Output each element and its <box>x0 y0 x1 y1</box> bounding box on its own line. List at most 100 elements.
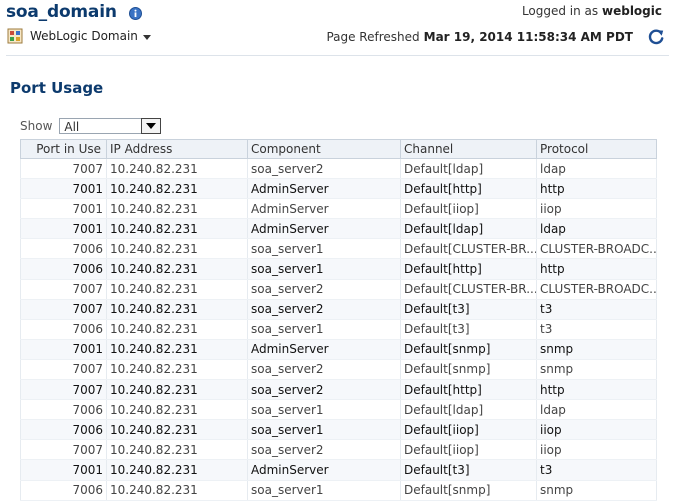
table-row[interactable]: 7006 10.240.82.231 soa_server1 Default[ldap… <box>20 399 657 421</box>
component-cell: soa_server1 <box>247 419 401 441</box>
ip-address-cell: 10.240.82.231 <box>106 238 248 260</box>
refreshed-label: Page Refreshed <box>326 30 420 44</box>
ip-address-cell: 10.240.82.231 <box>106 459 248 481</box>
table-row[interactable]: 7001 10.240.82.231 AdminServer Default[snmp… <box>20 339 657 360</box>
ip-address-cell: 10.240.82.231 <box>106 258 248 280</box>
channel-cell: Default[t3] <box>400 459 537 481</box>
column-header-port[interactable]: Port in Use <box>20 139 107 159</box>
column-header-component[interactable]: Component <box>247 139 401 159</box>
title-row: soa_domain <box>6 2 142 22</box>
port-cell: 7001 <box>20 178 107 200</box>
protocol-cell: snmp <box>536 480 657 501</box>
ip-address-cell: 10.240.82.231 <box>106 218 248 240</box>
component-cell: soa_server1 <box>247 319 401 340</box>
channel-cell: Default[iiop] <box>400 198 537 220</box>
select-dropdown-button[interactable] <box>141 118 162 134</box>
refreshed-time: Mar 19, 2014 11:58:34 AM PDT <box>423 30 633 44</box>
table-header-row: Port in Use IP Address Component Channel… <box>20 139 657 159</box>
info-icon[interactable] <box>128 6 142 20</box>
table-row[interactable]: 7007 10.240.82.231 soa_server2 Default[ldap… <box>20 158 657 180</box>
domain-menu-label: WebLogic Domain <box>30 29 138 43</box>
chevron-down-icon <box>142 34 151 40</box>
channel-cell: Default[http] <box>400 178 537 200</box>
table-row[interactable]: 7007 10.240.82.231 soa_server2 Default[iiop… <box>20 439 657 461</box>
port-cell: 7006 <box>20 238 107 260</box>
show-label: Show <box>20 119 53 133</box>
table-row[interactable]: 7001 10.240.82.231 AdminServer Default[ldap… <box>20 218 657 240</box>
table-row[interactable]: 7007 10.240.82.231 soa_server2 Default[t3] t… <box>20 299 657 320</box>
port-cell: 7006 <box>20 399 107 421</box>
table-row[interactable]: 7006 10.240.82.231 soa_server1 Default[CLUS… <box>20 238 657 260</box>
protocol-cell: iiop <box>536 419 657 441</box>
component-cell: soa_server2 <box>247 379 401 401</box>
component-cell: soa_server1 <box>247 480 401 501</box>
component-cell: soa_server2 <box>247 279 401 300</box>
ip-address-cell: 10.240.82.231 <box>106 379 248 401</box>
table-row[interactable]: 7006 10.240.82.231 soa_server1 Default[http… <box>20 258 657 280</box>
protocol-cell: http <box>536 178 657 200</box>
protocol-cell: t3 <box>536 299 657 320</box>
port-cell: 7007 <box>20 439 107 461</box>
port-usage-table: Port in Use IP Address Component Channel… <box>20 139 657 501</box>
port-cell: 7006 <box>20 319 107 340</box>
channel-cell: Default[ldap] <box>400 399 537 421</box>
component-cell: AdminServer <box>247 218 401 240</box>
table-row[interactable]: 7001 10.240.82.231 AdminServer Default[http… <box>20 178 657 200</box>
table-row[interactable]: 7006 10.240.82.231 soa_server1 Default[snmp… <box>20 480 657 501</box>
ip-address-cell: 10.240.82.231 <box>106 319 248 340</box>
weblogic-domain-icon <box>7 28 23 44</box>
protocol-cell: CLUSTER-BROADC... <box>536 279 657 300</box>
protocol-cell: http <box>536 258 657 280</box>
header-divider <box>6 55 669 56</box>
port-cell: 7006 <box>20 480 107 501</box>
logged-in-info: Logged in as weblogic <box>522 4 662 18</box>
table-row[interactable]: 7006 10.240.82.231 soa_server1 Default[t3] t… <box>20 319 657 340</box>
table-row[interactable]: 7006 10.240.82.231 soa_server1 Default[iiop… <box>20 419 657 441</box>
username: weblogic <box>602 4 662 18</box>
component-cell: soa_server2 <box>247 299 401 320</box>
column-header-ip-address[interactable]: IP Address <box>106 139 248 159</box>
port-cell: 7001 <box>20 198 107 220</box>
component-cell: soa_server2 <box>247 359 401 381</box>
table-row[interactable]: 7007 10.240.82.231 soa_server2 Default[CLUS… <box>20 279 657 300</box>
protocol-cell: http <box>536 379 657 401</box>
logged-in-label: Logged in as <box>521 4 599 18</box>
channel-cell: Default[snmp] <box>400 480 537 501</box>
protocol-cell: snmp <box>536 359 657 381</box>
channel-cell: Default[snmp] <box>400 359 537 381</box>
table-row[interactable]: 7007 10.240.82.231 soa_server2 Default[http… <box>20 379 657 401</box>
protocol-cell: ldap <box>536 218 657 240</box>
port-cell: 7007 <box>20 379 107 401</box>
table-row[interactable]: 7001 10.240.82.231 AdminServer Default[t3] t… <box>20 459 657 481</box>
protocol-cell: t3 <box>536 459 657 481</box>
port-cell: 7007 <box>20 299 107 320</box>
channel-cell: Default[http] <box>400 258 537 280</box>
component-cell: AdminServer <box>247 459 401 481</box>
protocol-cell: iiop <box>536 198 657 220</box>
domain-menu[interactable]: WebLogic Domain <box>7 28 151 44</box>
section-title: Port Usage <box>10 79 104 97</box>
port-cell: 7007 <box>20 279 107 300</box>
column-header-protocol[interactable]: Protocol <box>536 139 657 159</box>
protocol-cell: ldap <box>536 158 657 180</box>
ip-address-cell: 10.240.82.231 <box>106 359 248 381</box>
protocol-cell: iiop <box>536 439 657 461</box>
channel-cell: Default[iiop] <box>400 419 537 441</box>
table-row[interactable]: 7007 10.240.82.231 soa_server2 Default[snmp… <box>20 359 657 381</box>
component-cell: soa_server2 <box>247 439 401 461</box>
channel-cell: Default[CLUSTER-BR... <box>400 279 537 300</box>
port-cell: 7001 <box>20 459 107 481</box>
ip-address-cell: 10.240.82.231 <box>106 279 248 300</box>
table-row[interactable]: 7001 10.240.82.231 AdminServer Default[iiop… <box>20 198 657 220</box>
component-cell: AdminServer <box>247 339 401 360</box>
channel-cell: Default[iiop] <box>400 439 537 461</box>
show-select[interactable]: All <box>59 118 162 134</box>
component-cell: AdminServer <box>247 178 401 200</box>
refresh-icon[interactable] <box>647 28 665 46</box>
page-header: soa_domain Logged in as weblogic WebLogi… <box>0 0 675 56</box>
ip-address-cell: 10.240.82.231 <box>106 480 248 501</box>
column-header-channel[interactable]: Channel <box>400 139 537 159</box>
channel-cell: Default[t3] <box>400 319 537 340</box>
ip-address-cell: 10.240.82.231 <box>106 299 248 320</box>
protocol-cell: t3 <box>536 319 657 340</box>
